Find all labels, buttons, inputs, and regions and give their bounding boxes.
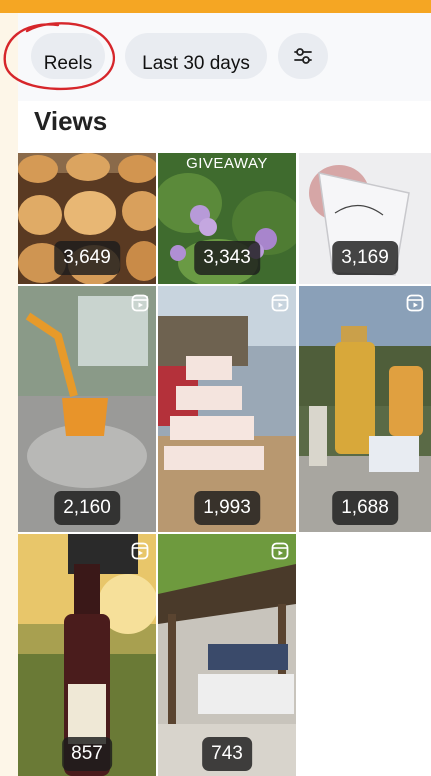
views-count: 743 (211, 743, 243, 764)
giveaway-overlay-title: GIVEAWAY (186, 155, 268, 172)
left-margin-strip (0, 13, 18, 776)
reel-icon (131, 294, 149, 312)
views-count: 1,993 (203, 497, 251, 518)
views-count-badge: 743 (202, 737, 252, 771)
views-count-badge: 1,993 (194, 491, 260, 525)
reels-grid: 3,649 GIVEAWAY 3,343 3,169 2,160 1,993 1… (18, 153, 431, 776)
views-count-badge: 857 (62, 737, 112, 771)
reel-tile[interactable]: 1,993 (158, 286, 296, 532)
sliders-icon (294, 48, 312, 64)
top-accent-bar (0, 0, 431, 13)
date-range-chip[interactable]: Last 30 days (125, 33, 267, 79)
reels-filter-chip[interactable]: Reels (31, 33, 105, 79)
views-count: 857 (71, 743, 103, 764)
views-count-badge: 1,688 (332, 491, 398, 525)
views-title: Views (34, 106, 108, 136)
reel-tile[interactable]: 3,169 (299, 153, 431, 284)
views-count-badge: 3,649 (54, 241, 120, 275)
date-range-label: Last 30 days (142, 53, 250, 74)
views-count: 1,688 (341, 497, 389, 518)
reel-icon (131, 542, 149, 560)
views-count: 3,343 (203, 247, 251, 268)
reel-tile[interactable]: 743 (158, 534, 296, 776)
reel-tile[interactable]: 857 (18, 534, 156, 776)
reel-icon (406, 294, 424, 312)
reel-tile[interactable]: 3,649 (18, 153, 156, 284)
reel-tile[interactable]: 2,160 (18, 286, 156, 532)
views-count-badge: 3,169 (332, 241, 398, 275)
reels-filter-label: Reels (43, 53, 93, 74)
reel-icon (271, 542, 289, 560)
reel-tile[interactable]: 1,688 (299, 286, 431, 532)
views-count-badge: 3,343 (194, 241, 260, 275)
views-count: 3,649 (63, 247, 111, 268)
filter-settings-button[interactable] (278, 33, 328, 79)
views-count: 2,160 (63, 497, 111, 518)
reel-tile[interactable]: GIVEAWAY 3,343 (158, 153, 296, 284)
views-count-badge: 2,160 (54, 491, 120, 525)
reel-icon (271, 294, 289, 312)
views-count: 3,169 (341, 247, 389, 268)
